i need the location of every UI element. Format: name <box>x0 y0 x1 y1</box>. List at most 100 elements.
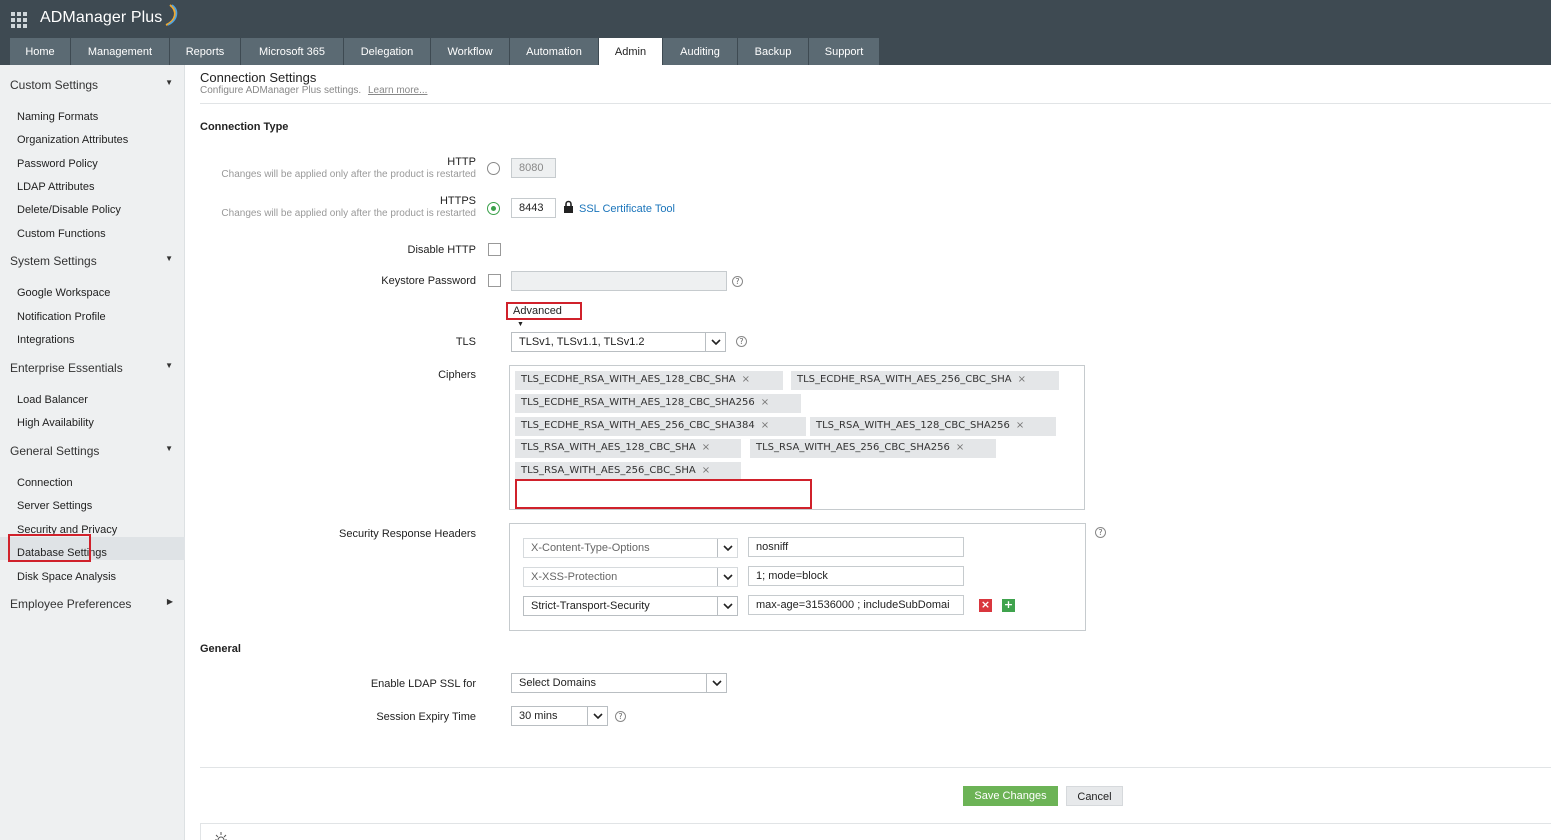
keystore-password-checkbox[interactable] <box>488 274 501 287</box>
header-name-select[interactable]: X-XSS-Protection <box>523 567 738 587</box>
header-value-input[interactable]: nosniff <box>748 537 964 557</box>
advanced-dropdown-button[interactable]: Advanced ▼ <box>506 302 582 328</box>
header-name-select[interactable]: Strict-Transport-Security <box>523 596 738 616</box>
cipher-chip: TLS_ECDHE_RSA_WITH_AES_256_CBC_SHA × <box>791 371 1059 390</box>
cipher-chip: TLS_ECDHE_RSA_WITH_AES_256_CBC_SHA384 × <box>515 417 806 436</box>
header-name-value: Strict-Transport-Security <box>531 600 650 612</box>
cipher-chip-label: TLS_RSA_WITH_AES_256_CBC_SHA <box>521 465 696 476</box>
sidebar-item-custom-functions[interactable]: Custom Functions <box>17 228 106 240</box>
tab-workflow[interactable]: Workflow <box>431 38 509 65</box>
https-radio[interactable] <box>487 202 500 215</box>
tab-support[interactable]: Support <box>809 38 879 65</box>
cipher-chip-label: TLS_ECDHE_RSA_WITH_AES_256_CBC_SHA <box>797 374 1012 385</box>
sidebar-item-server-settings[interactable]: Server Settings <box>17 500 92 512</box>
sidebar-group-system-settings[interactable]: System Settings ▼ <box>10 254 175 268</box>
cipher-chip: TLS_ECDHE_RSA_WITH_AES_128_CBC_SHA × <box>515 371 783 390</box>
add-header-icon[interactable]: + <box>1002 599 1015 612</box>
http-port-input[interactable]: 8080 <box>511 158 556 178</box>
tab-backup[interactable]: Backup <box>738 38 808 65</box>
cancel-button[interactable]: Cancel <box>1066 786 1123 806</box>
caret-right-icon: ▶ <box>166 597 173 606</box>
connection-type-heading: Connection Type <box>200 121 289 133</box>
headers-help-icon[interactable]: ? <box>1095 527 1106 538</box>
tab-automation[interactable]: Automation <box>510 38 598 65</box>
tab-home[interactable]: Home <box>10 38 70 65</box>
security-headers-box: X-Content-Type-Options nosniff X-XSS-Prote… <box>509 523 1086 631</box>
sidebar-item-notification-profile[interactable]: Notification Profile <box>17 311 106 323</box>
header-name-value: X-XSS-Protection <box>531 571 618 583</box>
https-hint: Changes will be applied only after the p… <box>221 208 476 219</box>
remove-chip-icon[interactable]: × <box>1016 420 1024 431</box>
header-value-input[interactable]: 1; mode=block <box>748 566 964 586</box>
title-divider <box>200 103 1551 104</box>
bottom-panel <box>200 823 1551 840</box>
remove-chip-icon[interactable]: × <box>702 442 710 453</box>
http-hint: Changes will be applied only after the p… <box>221 169 476 180</box>
tab-management[interactable]: Management <box>71 38 169 65</box>
sidebar-item-disk-space-analysis[interactable]: Disk Space Analysis <box>17 571 116 583</box>
page-subtitle: Configure ADManager Plus settings. Learn… <box>200 85 427 96</box>
cipher-chip-label: TLS_RSA_WITH_AES_256_CBC_SHA256 <box>756 442 950 453</box>
session-expiry-label: Session Expiry Time <box>376 711 476 723</box>
keystore-password-input[interactable] <box>511 271 727 291</box>
ldap-ssl-value: Select Domains <box>519 677 597 689</box>
session-expiry-value: 30 mins <box>519 710 558 722</box>
keystore-help-icon[interactable]: ? <box>732 276 743 287</box>
sidebar-group-general-settings[interactable]: General Settings ▼ <box>10 444 175 458</box>
caret-down-icon: ▼ <box>165 78 173 87</box>
http-radio[interactable] <box>487 162 500 175</box>
remove-chip-icon[interactable]: × <box>956 442 964 453</box>
tab-admin[interactable]: Admin <box>599 38 662 65</box>
tls-help-icon[interactable]: ? <box>736 336 747 347</box>
caret-down-icon: ▼ <box>165 254 173 263</box>
sidebar-item-organization-attributes[interactable]: Organization Attributes <box>17 134 128 146</box>
sidebar-group-custom-settings[interactable]: Custom Settings ▼ <box>10 78 175 92</box>
connection-highlight-box <box>8 534 91 562</box>
tab-reports[interactable]: Reports <box>170 38 240 65</box>
chevron-down-icon <box>705 333 725 351</box>
sidebar-group-label: Enterprise Essentials <box>10 361 123 375</box>
remove-chip-icon[interactable]: × <box>761 397 769 408</box>
app-grid-icon[interactable] <box>11 12 27 28</box>
disable-http-checkbox[interactable] <box>488 243 501 256</box>
remove-chip-icon[interactable]: × <box>742 374 750 385</box>
https-port-input[interactable]: 8443 <box>511 198 556 218</box>
tab-microsoft-365[interactable]: Microsoft 365 <box>241 38 343 65</box>
remove-chip-icon[interactable]: × <box>702 465 710 476</box>
session-help-icon[interactable]: ? <box>615 711 626 722</box>
session-expiry-select[interactable]: 30 mins <box>511 706 608 726</box>
tls-select[interactable]: TLSv1, TLSv1.1, TLSv1.2 <box>511 332 726 352</box>
tls-label: TLS <box>455 336 476 348</box>
cipher-search-input[interactable] <box>515 479 812 509</box>
header-value-input[interactable]: max-age=31536000 ; includeSubDomai <box>748 595 964 615</box>
tab-delegation[interactable]: Delegation <box>344 38 430 65</box>
footer-divider <box>200 767 1551 768</box>
sidebar-item-integrations[interactable]: Integrations <box>17 334 74 346</box>
sidebar-item-password-policy[interactable]: Password Policy <box>17 158 98 170</box>
learn-more-link[interactable]: Learn more... <box>368 85 427 96</box>
cipher-chip-label: TLS_RSA_WITH_AES_128_CBC_SHA <box>521 442 696 453</box>
sidebar-item-high-availability[interactable]: High Availability <box>17 417 94 429</box>
keystore-password-label: Keystore Password <box>381 275 476 287</box>
sidebar-item-google-workspace[interactable]: Google Workspace <box>17 287 110 299</box>
sidebar-item-naming-formats[interactable]: Naming Formats <box>17 111 98 123</box>
sidebar-item-load-balancer[interactable]: Load Balancer <box>17 394 88 406</box>
save-changes-button[interactable]: Save Changes <box>963 786 1058 806</box>
cipher-chip-label: TLS_RSA_WITH_AES_128_CBC_SHA256 <box>816 420 1010 431</box>
remove-header-icon[interactable]: × <box>979 599 992 612</box>
chevron-down-icon <box>717 568 737 586</box>
remove-chip-icon[interactable]: × <box>1018 374 1026 385</box>
sidebar-item-ldap-attributes[interactable]: LDAP Attributes <box>17 181 94 193</box>
header-name-select[interactable]: X-Content-Type-Options <box>523 538 738 558</box>
sidebar-item-delete-disable-policy[interactable]: Delete/Disable Policy <box>17 204 121 216</box>
sidebar-group-employee-preferences[interactable]: Employee Preferences ▶ <box>10 597 175 611</box>
ldap-ssl-select[interactable]: Select Domains <box>511 673 727 693</box>
tab-auditing[interactable]: Auditing <box>663 38 737 65</box>
sidebar-item-connection[interactable]: Connection <box>17 477 73 489</box>
ssl-certificate-tool-link[interactable]: SSL Certificate Tool <box>579 203 675 215</box>
product-logo-text: ADManager Plus <box>40 9 163 26</box>
remove-chip-icon[interactable]: × <box>761 420 769 431</box>
sidebar-group-enterprise-essentials[interactable]: Enterprise Essentials ▼ <box>10 361 175 375</box>
sidebar-group-label: General Settings <box>10 444 100 458</box>
chevron-down-icon <box>706 674 726 692</box>
